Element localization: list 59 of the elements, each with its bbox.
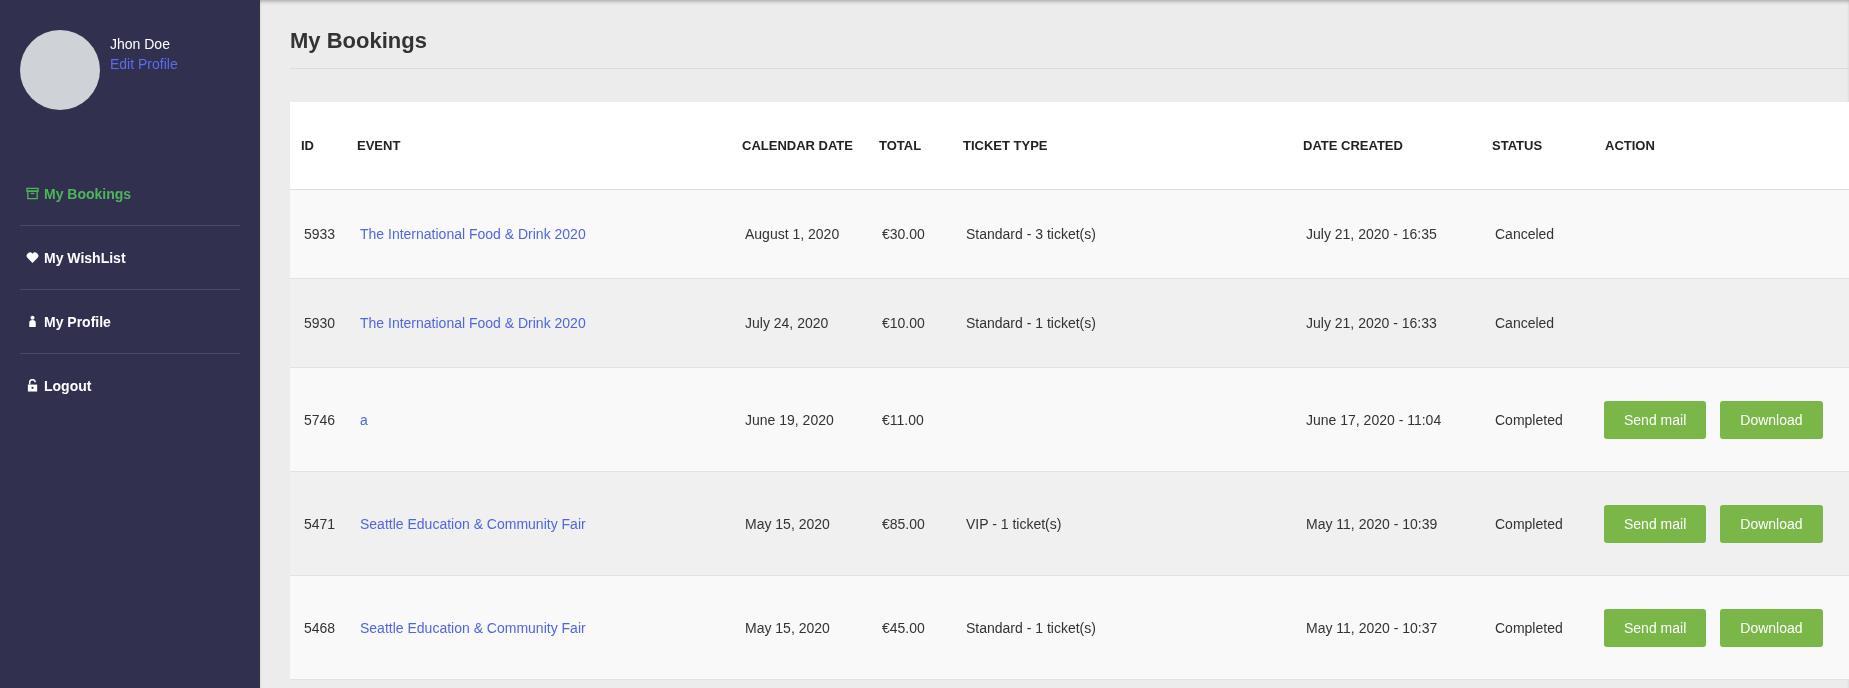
column-header: TOTAL [868, 102, 952, 190]
event-link[interactable]: Seattle Education & Community Fair [360, 619, 586, 636]
download-button[interactable]: Download [1720, 400, 1823, 439]
table-cell: July 24, 2020 [745, 315, 829, 331]
event-link[interactable]: Seattle Education & Community Fair [360, 515, 586, 532]
table-cell: May 11, 2020 - 10:39 [1306, 515, 1438, 532]
table-cell: 5471 [304, 515, 336, 532]
column-header: ACTION [1594, 102, 1849, 190]
table-cell: Completed [1495, 411, 1563, 428]
column-header: DATE CREATED [1292, 102, 1481, 190]
download-button[interactable]: Download [1720, 608, 1823, 647]
table-cell: Completed [1495, 619, 1563, 636]
archive-box-icon [26, 187, 39, 200]
table-cell: June 19, 2020 [745, 411, 834, 428]
send-mail-button[interactable]: Send mail [1604, 608, 1707, 647]
send-mail-button[interactable]: Send mail [1604, 504, 1707, 543]
padlock-icon [26, 379, 39, 392]
event-link[interactable]: a [360, 411, 368, 428]
user-name: Jhon Doe [110, 36, 171, 52]
table-cell: Canceled [1495, 226, 1555, 242]
table-cell: €10.00 [882, 315, 925, 331]
download-button[interactable]: Download [1720, 504, 1823, 543]
person-icon [26, 315, 39, 328]
table-cell: July 21, 2020 - 16:33 [1306, 315, 1437, 331]
page-title: My Bookings [290, 0, 1849, 69]
table-cell: 5468 [304, 619, 336, 636]
table-cell: May 15, 2020 [745, 619, 830, 636]
event-link[interactable]: The International Food & Drink 2020 [360, 226, 586, 242]
event-link[interactable]: The International Food & Drink 2020 [360, 315, 586, 331]
table-cell: VIP - 1 ticket(s) [966, 515, 1062, 532]
table-cell: July 21, 2020 - 16:35 [1306, 226, 1437, 242]
sidebar-item[interactable]: My Bookings [20, 162, 240, 226]
column-header: CALENDAR DATE [731, 102, 868, 190]
table-cell: €45.00 [882, 619, 925, 636]
column-header: STATUS [1481, 102, 1594, 190]
table-cell: Standard - 1 ticket(s) [966, 619, 1096, 636]
table-cell: 5930 [304, 315, 336, 331]
sidebar-item[interactable]: Logout [20, 354, 240, 417]
table-cell: Canceled [1495, 315, 1555, 331]
table-cell: €11.00 [882, 411, 924, 428]
table-cell: May 11, 2020 - 10:37 [1306, 619, 1438, 636]
table-cell: 5933 [304, 226, 336, 242]
column-header: ID [290, 102, 346, 190]
table-cell: Standard - 3 ticket(s) [966, 226, 1096, 242]
table-cell: €85.00 [882, 515, 925, 532]
table-cell: June 17, 2020 - 11:04 [1306, 411, 1442, 428]
edit-profile-link[interactable]: Edit Profile [110, 56, 178, 72]
column-header: EVENT [346, 102, 731, 190]
heart-icon [26, 251, 39, 264]
table-cell: Completed [1495, 515, 1563, 532]
sidebar-item[interactable]: My WishList [20, 226, 240, 290]
table-cell: 5746 [304, 411, 336, 428]
column-header: TICKET TYPE [952, 102, 1292, 190]
table-cell: August 1, 2020 [745, 226, 840, 242]
table-cell: Standard - 1 ticket(s) [966, 315, 1096, 331]
send-mail-button[interactable]: Send mail [1604, 400, 1707, 439]
table-cell: €30.00 [882, 226, 925, 242]
sidebar-item[interactable]: My Profile [20, 290, 240, 354]
table-cell: May 15, 2020 [745, 515, 830, 532]
